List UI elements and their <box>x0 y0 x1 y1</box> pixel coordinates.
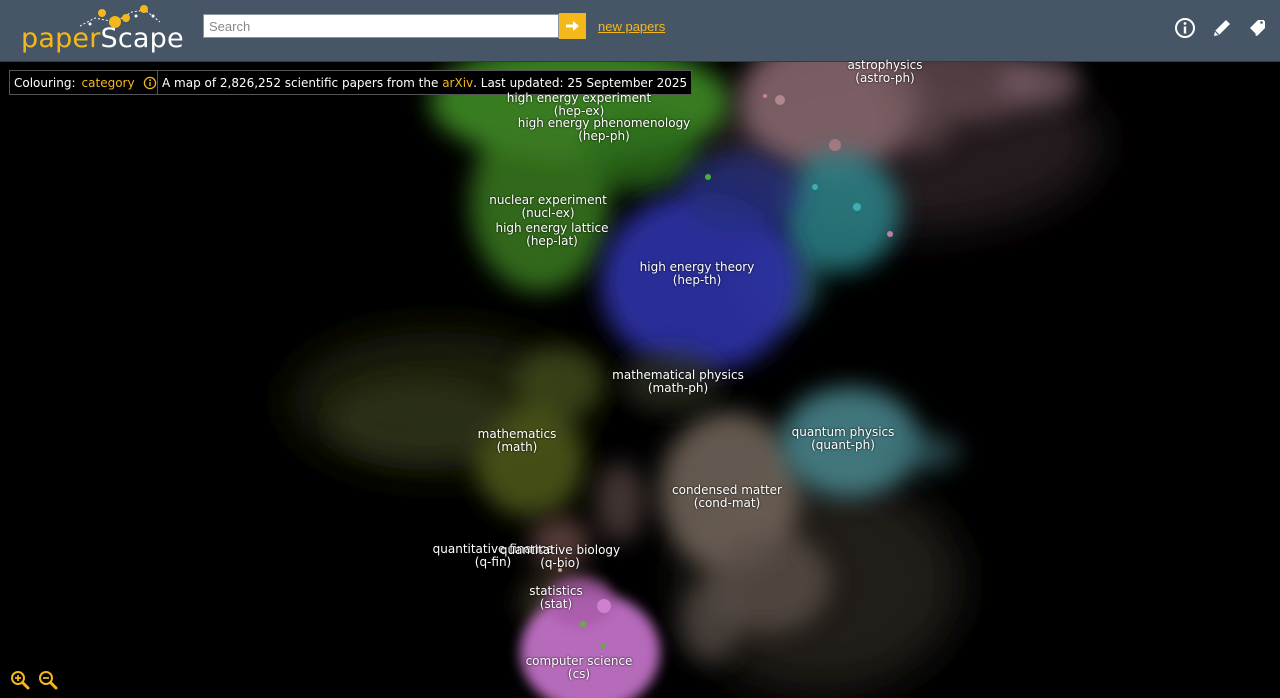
map-label-code: (astro-ph) <box>855 71 915 85</box>
map-label-code: (cond-mat) <box>693 496 761 510</box>
tags-icon[interactable] <box>1247 16 1271 40</box>
map-label-cs[interactable]: computer science (cs) <box>526 655 633 681</box>
map-label-code: (math) <box>496 440 538 454</box>
zoom-in-icon[interactable] <box>10 670 30 690</box>
map-label-math-ph[interactable]: mathematical physics (math-ph) <box>612 369 744 395</box>
logo-text-scape: Scape <box>100 23 184 54</box>
map-label-math[interactable]: mathematics (math) <box>478 428 557 454</box>
map-label-code: (hep-th) <box>672 273 722 287</box>
map-label-stat[interactable]: statistics (stat) <box>529 585 583 611</box>
map-label-hep-lat[interactable]: high energy lattice (hep-lat) <box>495 222 608 248</box>
info-icon[interactable] <box>143 76 157 90</box>
map-label-code: (q-bio) <box>540 556 580 570</box>
colouring-value-link[interactable]: category <box>82 76 135 90</box>
map-label-hep-th[interactable]: high energy theory (hep-th) <box>640 261 755 287</box>
logo-text: paperScape <box>21 23 184 54</box>
top-bar: paperScape new papers <box>0 0 1280 62</box>
map-label-astro-ph[interactable]: astrophysics (astro-ph) <box>847 59 922 85</box>
logo-text-paper: paper <box>21 23 101 54</box>
search-input[interactable] <box>203 14 559 38</box>
map-label-code: (stat) <box>539 597 573 611</box>
map-label-hep-ex[interactable]: high energy experiment (hep-ex) <box>507 92 652 118</box>
map-label-quant-ph[interactable]: quantum physics (quant-ph) <box>792 426 895 452</box>
caption-text-after: . Last updated: 25 September 2025 <box>473 75 688 90</box>
map-label-q-bio[interactable]: quantitative biology (q-bio) <box>500 544 620 570</box>
arxiv-link[interactable]: arXiv <box>442 76 473 90</box>
map-label-hep-ph[interactable]: high energy phenomenology (hep-ph) <box>518 117 691 143</box>
info-icon[interactable] <box>1173 16 1197 40</box>
pencil-icon[interactable] <box>1210 16 1234 40</box>
colouring-box: Colouring: category <box>9 70 162 95</box>
search-button[interactable] <box>559 13 586 39</box>
zoom-out-icon[interactable] <box>38 670 58 690</box>
map-label-code: (nucl-ex) <box>521 206 575 220</box>
new-papers-link[interactable]: new papers <box>598 19 665 34</box>
caption-text-before: A map of 2,826,252 scientific papers fro… <box>162 75 439 90</box>
paperscape-logo[interactable]: paperScape <box>20 4 184 56</box>
colouring-label: Colouring: <box>14 75 76 90</box>
map-label-nucl-ex[interactable]: nuclear experiment (nucl-ex) <box>489 194 607 220</box>
map-label-code: (quant-ph) <box>811 438 875 452</box>
map-label-code: (hep-lat) <box>526 234 578 248</box>
arrow-right-icon <box>565 21 579 31</box>
map-label-code: (math-ph) <box>647 381 709 395</box>
map-label-code: (cs) <box>567 667 591 681</box>
map-label-cond-mat[interactable]: condensed matter (cond-mat) <box>672 484 782 510</box>
map-label-code: (hep-ph) <box>578 129 630 143</box>
